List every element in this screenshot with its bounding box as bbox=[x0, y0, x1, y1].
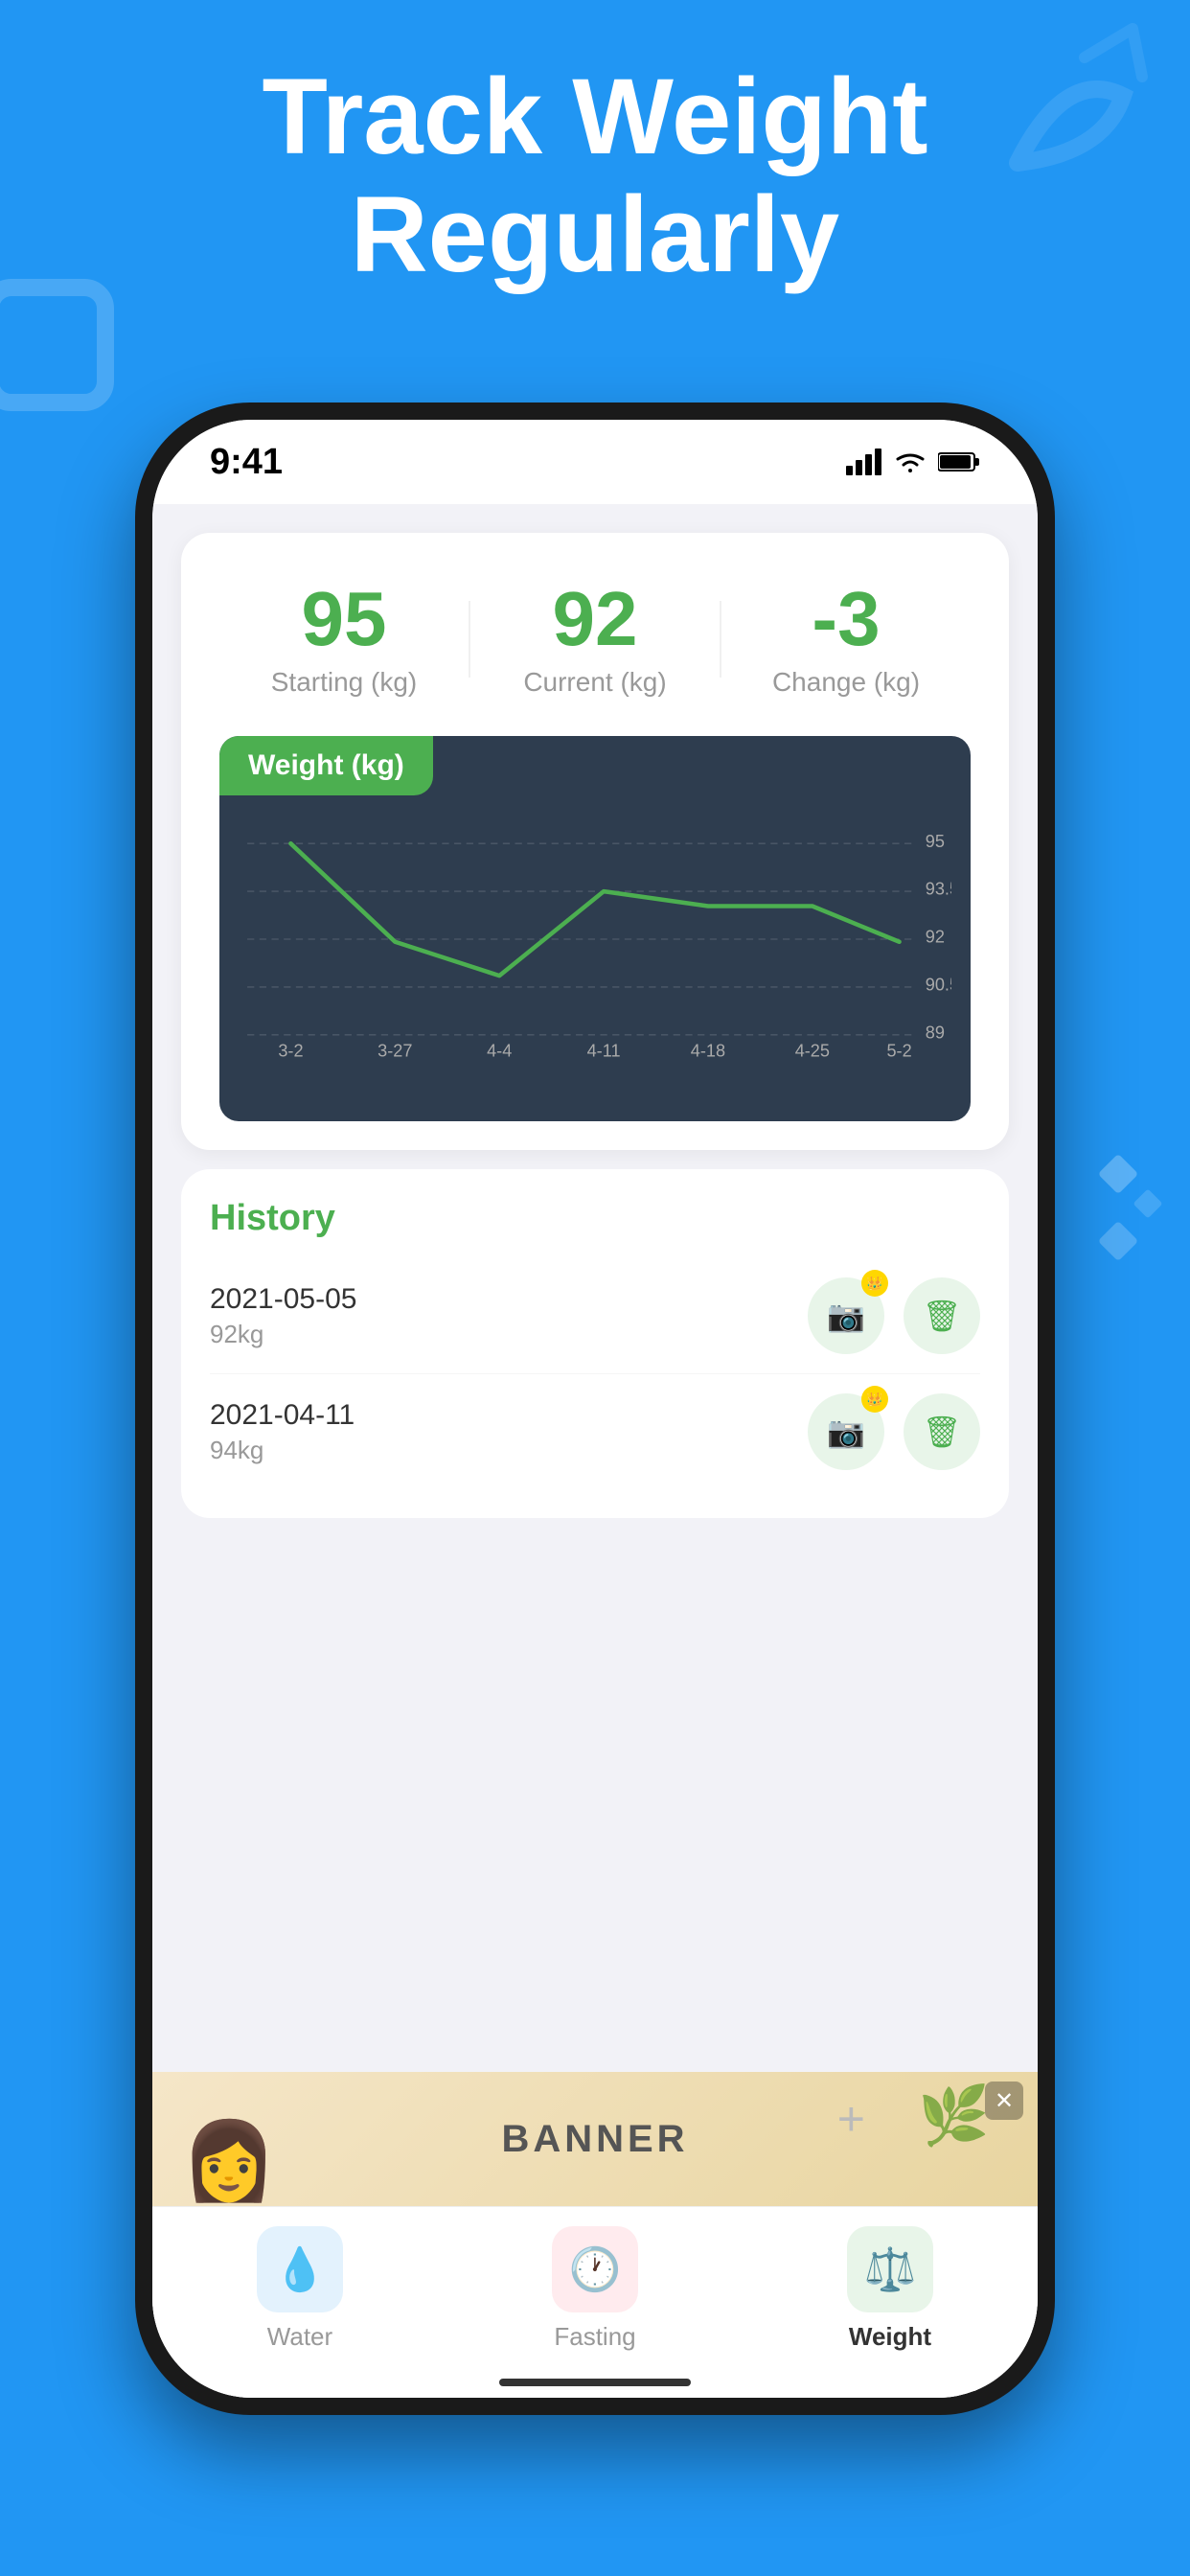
delete-icon-2: 🗑 bbox=[923, 1414, 962, 1450]
banner-plus: + bbox=[837, 2091, 865, 2147]
wifi-icon bbox=[894, 449, 927, 474]
svg-text:93.5: 93.5 bbox=[926, 880, 951, 899]
water-nav-label: Water bbox=[267, 2322, 332, 2352]
banner-text: BANNER bbox=[501, 2118, 688, 2161]
chart-title: Weight (kg) bbox=[248, 749, 404, 781]
banner-character: 👩 bbox=[181, 2116, 277, 2206]
home-indicator bbox=[499, 2379, 691, 2386]
history-date-2: 2021-04-11 bbox=[210, 1399, 355, 1432]
svg-text:3-27: 3-27 bbox=[378, 1041, 412, 1060]
phone-mockup: 9:41 bbox=[135, 402, 1055, 2415]
starting-value: 95 bbox=[219, 581, 469, 657]
stat-change: -3 Change (kg) bbox=[721, 581, 971, 698]
history-section: History 2021-05-05 92kg 📷 👑 🗑 bbox=[181, 1169, 1009, 1518]
status-icons bbox=[846, 448, 980, 475]
svg-text:95: 95 bbox=[926, 832, 945, 851]
svg-text:4-25: 4-25 bbox=[795, 1041, 830, 1060]
chart-body: 95 93.5 92 90.5 89 3-2 bbox=[219, 795, 971, 1121]
svg-text:92: 92 bbox=[926, 928, 945, 947]
bg-diamond-right bbox=[1094, 1150, 1171, 1308]
screen-content: 95 Starting (kg) 92 Current (kg) -3 Chan… bbox=[152, 504, 1038, 2398]
camera-icon-1: 📷 bbox=[827, 1298, 865, 1334]
weight-nav-icon-wrap: ⚖️ bbox=[847, 2226, 933, 2312]
svg-text:3-2: 3-2 bbox=[278, 1041, 303, 1060]
delete-button-1[interactable]: 🗑 bbox=[904, 1277, 980, 1354]
banner-close-button[interactable]: ✕ bbox=[985, 2082, 1023, 2120]
battery-icon bbox=[938, 451, 980, 472]
weight-nav-label: Weight bbox=[849, 2322, 931, 2352]
nav-item-fasting[interactable]: 🕐 Fasting bbox=[447, 2226, 743, 2352]
history-actions-2: 📷 👑 🗑 bbox=[808, 1393, 980, 1470]
history-item-info-2: 2021-04-11 94kg bbox=[210, 1399, 355, 1465]
water-icon: 💧 bbox=[274, 2244, 327, 2294]
starting-label: Starting (kg) bbox=[219, 667, 469, 698]
history-date-1: 2021-05-05 bbox=[210, 1283, 356, 1316]
history-actions-1: 📷 👑 🗑 bbox=[808, 1277, 980, 1354]
fasting-nav-icon-wrap: 🕐 bbox=[552, 2226, 638, 2312]
delete-icon-1: 🗑 bbox=[923, 1298, 962, 1334]
history-weight-1: 92kg bbox=[210, 1320, 356, 1349]
svg-text:5-2: 5-2 bbox=[886, 1041, 911, 1060]
history-item-info: 2021-05-05 92kg bbox=[210, 1283, 356, 1349]
svg-text:90.5: 90.5 bbox=[926, 976, 951, 995]
hero-title: Track Weight Regularly bbox=[0, 58, 1190, 293]
delete-button-2[interactable]: 🗑 bbox=[904, 1393, 980, 1470]
history-weight-2: 94kg bbox=[210, 1436, 355, 1465]
current-value: 92 bbox=[470, 581, 720, 657]
stat-current: 92 Current (kg) bbox=[470, 581, 720, 698]
water-nav-icon-wrap: 💧 bbox=[257, 2226, 343, 2312]
history-item: 2021-05-05 92kg 📷 👑 🗑 bbox=[210, 1258, 980, 1374]
weight-icon: ⚖️ bbox=[864, 2244, 917, 2294]
nav-item-water[interactable]: 💧 Water bbox=[152, 2226, 447, 2352]
signal-icon bbox=[846, 448, 882, 475]
stat-starting: 95 Starting (kg) bbox=[219, 581, 469, 698]
svg-text:4-4: 4-4 bbox=[487, 1041, 512, 1060]
svg-text:4-18: 4-18 bbox=[691, 1041, 725, 1060]
banner-leaf: 🌿 bbox=[918, 2082, 990, 2150]
chart-header: Weight (kg) bbox=[219, 736, 433, 795]
history-title: History bbox=[210, 1198, 980, 1239]
status-bar: 9:41 bbox=[152, 420, 1038, 504]
stats-card: 95 Starting (kg) 92 Current (kg) -3 Chan… bbox=[181, 533, 1009, 1150]
crown-badge-1: 👑 bbox=[861, 1270, 888, 1297]
camera-button-1[interactable]: 📷 👑 bbox=[808, 1277, 884, 1354]
phone-screen: 9:41 bbox=[152, 420, 1038, 2398]
change-label: Change (kg) bbox=[721, 667, 971, 698]
banner: 👩 BANNER + 🌿 ✕ bbox=[152, 2072, 1038, 2206]
fasting-nav-label: Fasting bbox=[554, 2322, 635, 2352]
bg-decoration-left bbox=[0, 268, 144, 441]
current-label: Current (kg) bbox=[470, 667, 720, 698]
history-item-2: 2021-04-11 94kg 📷 👑 🗑 bbox=[210, 1374, 980, 1489]
weight-chart: Weight (kg) 95 bbox=[219, 736, 971, 1121]
fasting-icon: 🕐 bbox=[569, 2244, 622, 2294]
stats-row: 95 Starting (kg) 92 Current (kg) -3 Chan… bbox=[219, 581, 971, 698]
camera-button-2[interactable]: 📷 👑 bbox=[808, 1393, 884, 1470]
nav-item-weight[interactable]: ⚖️ Weight bbox=[743, 2226, 1038, 2352]
bottom-nav: 💧 Water 🕐 Fasting ⚖️ Weight bbox=[152, 2206, 1038, 2398]
crown-badge-2: 👑 bbox=[861, 1386, 888, 1413]
chart-svg: 95 93.5 92 90.5 89 3-2 bbox=[239, 815, 951, 1064]
change-value: -3 bbox=[721, 581, 971, 657]
camera-icon-2: 📷 bbox=[827, 1414, 865, 1450]
svg-text:4-11: 4-11 bbox=[587, 1041, 621, 1060]
status-time: 9:41 bbox=[210, 442, 283, 483]
svg-text:89: 89 bbox=[926, 1023, 945, 1042]
